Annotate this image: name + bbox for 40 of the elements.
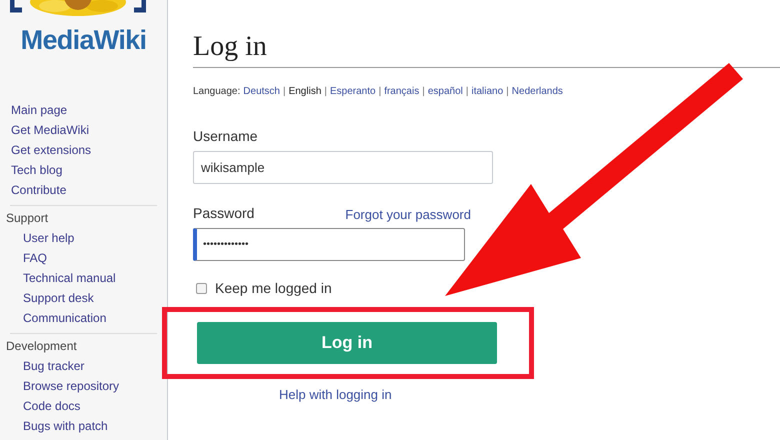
checkbox-label: Keep me logged in — [215, 279, 332, 298]
language-link[interactable]: Nederlands — [512, 84, 563, 99]
password-label: Password — [193, 204, 254, 223]
sidebar-heading: Support — [5, 210, 50, 227]
separator: | — [324, 85, 327, 99]
sidebar-link[interactable]: User help — [0, 228, 167, 248]
sidebar-link[interactable]: Contribute — [11, 180, 167, 200]
language-link[interactable]: italiano — [471, 84, 504, 99]
separator: | — [506, 85, 509, 99]
sidebar-heading: Development — [5, 338, 78, 355]
sidebar-link[interactable]: FAQ — [0, 248, 167, 268]
username-label: Username — [193, 127, 259, 146]
sidebar-link[interactable]: Browse repository — [0, 376, 167, 396]
username-field[interactable]: wikisample — [193, 151, 493, 184]
sidebar-link[interactable]: Get extensions — [11, 140, 167, 160]
sidebar-link[interactable]: Code docs — [0, 396, 167, 416]
page-title: Log in — [193, 30, 268, 64]
sidebar-link[interactable]: Bug tracker — [0, 356, 167, 376]
language-label: Language: — [193, 85, 240, 99]
separator: | — [466, 85, 468, 99]
password-field[interactable]: ••••••••••••• — [193, 228, 465, 261]
forgot-password-link[interactable]: Forgot your password — [345, 204, 471, 224]
sidebar-link[interactable]: Get MediaWiki — [11, 120, 167, 140]
language-link[interactable]: français — [384, 84, 420, 99]
sidebar-link[interactable]: Tech blog — [11, 160, 167, 180]
language-link[interactable]: English — [288, 84, 322, 99]
sidebar-link[interactable]: Bugs with patch — [0, 416, 167, 436]
checkbox[interactable] — [196, 283, 207, 294]
sidebar-link[interactable]: Technical manual — [0, 268, 167, 288]
language-link[interactable]: Esperanto — [330, 84, 376, 99]
sidebar-link[interactable]: Support desk — [0, 288, 167, 308]
language-link[interactable]: Deutsch — [243, 84, 280, 99]
help-link[interactable]: Help with logging in — [279, 385, 780, 404]
separator: | — [282, 85, 286, 99]
sidebar-link[interactable]: Communication — [0, 308, 167, 328]
separator: | — [422, 85, 425, 99]
sidebar-link[interactable]: Main page — [11, 100, 167, 120]
logo-text: MediaWiki — [20, 27, 146, 54]
separator: | — [378, 85, 382, 99]
language-link[interactable]: español — [428, 84, 463, 99]
